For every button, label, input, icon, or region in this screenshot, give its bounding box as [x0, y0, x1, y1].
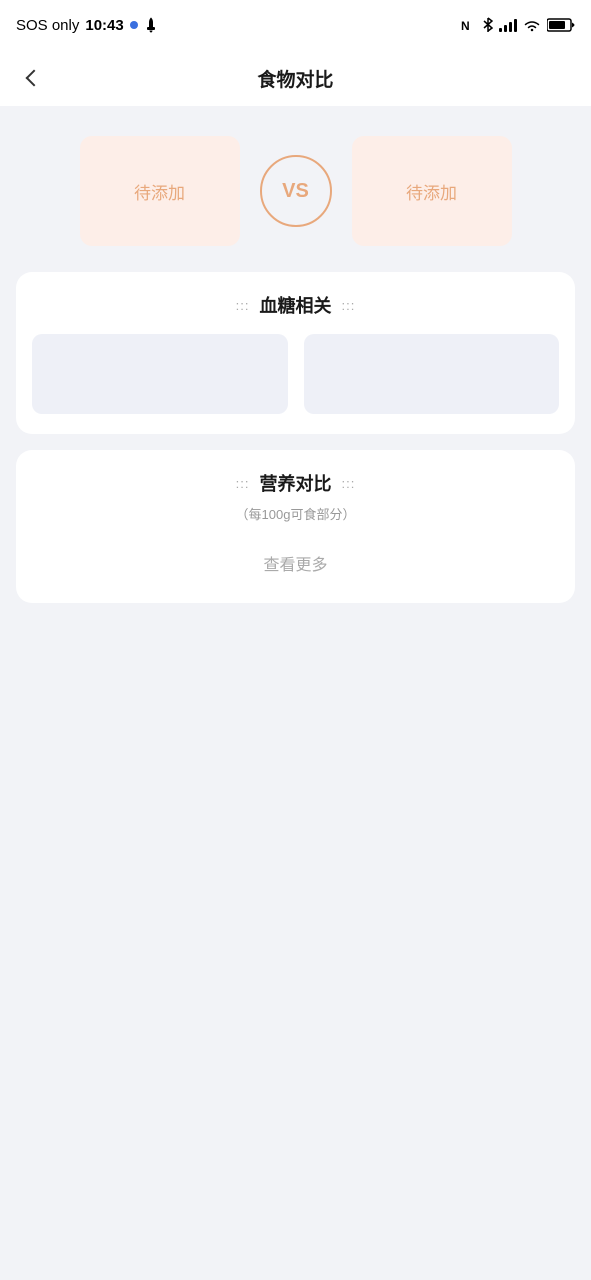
food1-add-button[interactable]: 待添加 [80, 136, 240, 246]
status-right: N [461, 17, 575, 33]
food1-label: 待添加 [134, 179, 185, 204]
blood-sugar-card-header: ::: 血糖相关 ::: [32, 292, 559, 318]
battery-icon [547, 18, 575, 32]
blood-sugar-placeholder-right [304, 334, 560, 414]
nutrition-dots-left: ::: [236, 476, 250, 491]
food2-label: 待添加 [406, 179, 457, 204]
blood-sugar-dots-left: ::: [236, 298, 250, 313]
notification-icon [144, 17, 158, 33]
blood-sugar-card: ::: 血糖相关 ::: [16, 272, 575, 434]
page-title: 食物对比 [52, 65, 539, 92]
blood-sugar-placeholders [32, 334, 559, 414]
view-more-button[interactable]: 查看更多 [32, 543, 559, 583]
vs-text: VS [282, 180, 309, 203]
status-bar: SOS only 10:43 N [0, 0, 591, 50]
blood-sugar-dots-right: ::: [342, 298, 356, 313]
sos-text: SOS only [16, 17, 79, 34]
main-content: 待添加 VS 待添加 ::: 血糖相关 ::: ::: 营养对比 ::: （每1… [0, 106, 591, 623]
nutrition-dots-right: ::: [342, 476, 356, 491]
vs-section: 待添加 VS 待添加 [16, 126, 575, 256]
wifi-icon [523, 18, 541, 32]
vs-badge: VS [260, 155, 332, 227]
status-dot-icon [130, 21, 138, 29]
food2-add-button[interactable]: 待添加 [352, 136, 512, 246]
status-left: SOS only 10:43 [16, 17, 158, 34]
blood-sugar-placeholder-left [32, 334, 288, 414]
nfc-icon: N [461, 18, 477, 32]
nutrition-subtitle: （每100g可食部分） [32, 504, 559, 523]
bluetooth-icon [483, 17, 493, 33]
time-text: 10:43 [85, 17, 123, 34]
signal-icon [499, 18, 517, 32]
back-arrow-icon [26, 70, 43, 87]
svg-text:N: N [461, 19, 470, 32]
nutrition-title: 营养对比 [260, 470, 332, 496]
nav-bar: 食物对比 [0, 50, 591, 106]
back-button[interactable] [16, 60, 52, 96]
nutrition-card-header: ::: 营养对比 ::: [32, 470, 559, 496]
nutrition-card: ::: 营养对比 ::: （每100g可食部分） 查看更多 [16, 450, 575, 603]
blood-sugar-title: 血糖相关 [260, 292, 332, 318]
